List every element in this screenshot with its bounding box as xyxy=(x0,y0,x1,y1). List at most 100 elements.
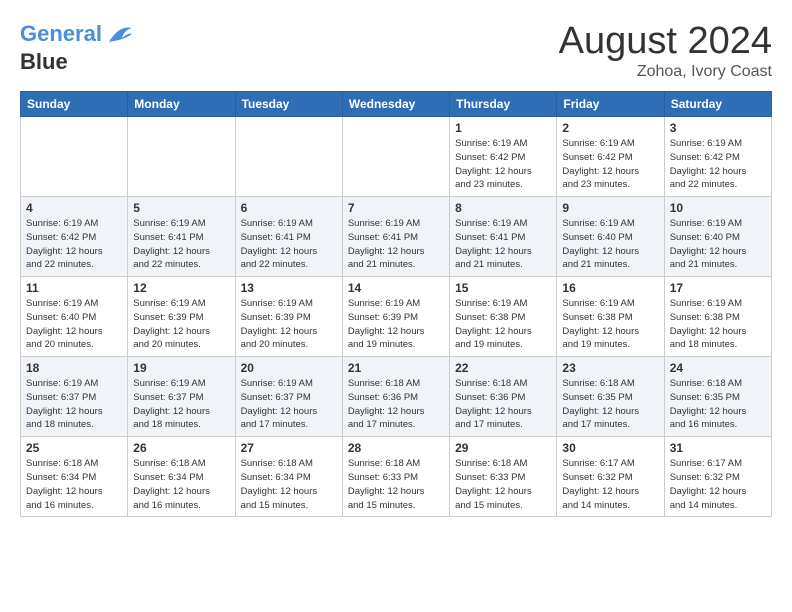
day-number: 10 xyxy=(670,201,766,215)
logo-text: General Blue xyxy=(20,20,134,74)
day-info: Sunrise: 6:18 AM Sunset: 6:36 PM Dayligh… xyxy=(348,377,444,432)
day-info: Sunrise: 6:19 AM Sunset: 6:38 PM Dayligh… xyxy=(670,297,766,352)
day-number: 12 xyxy=(133,281,229,295)
calendar-cell: 12 Sunrise: 6:19 AM Sunset: 6:39 PM Dayli… xyxy=(128,277,235,357)
calendar-cell: 2 Sunrise: 6:19 AM Sunset: 6:42 PM Daylig… xyxy=(557,117,664,197)
day-number: 31 xyxy=(670,441,766,455)
day-info: Sunrise: 6:19 AM Sunset: 6:42 PM Dayligh… xyxy=(26,217,122,272)
calendar-cell: 15 Sunrise: 6:19 AM Sunset: 6:38 PM Dayli… xyxy=(450,277,557,357)
calendar-cell: 16 Sunrise: 6:19 AM Sunset: 6:38 PM Dayli… xyxy=(557,277,664,357)
calendar-cell: 6Sunrise: 6:19 AM Sunset: 6:41 PM Daylig… xyxy=(235,197,342,277)
calendar-cell: 30Sunrise: 6:17 AM Sunset: 6:32 PM Dayli… xyxy=(557,437,664,517)
logo: General Blue xyxy=(20,20,134,74)
calendar-cell: 27 Sunrise: 6:18 AM Sunset: 6:34 PM Dayli… xyxy=(235,437,342,517)
day-info: Sunrise: 6:19 AM Sunset: 6:39 PM Dayligh… xyxy=(348,297,444,352)
calendar-cell xyxy=(235,117,342,197)
day-info: Sunrise: 6:19 AM Sunset: 6:37 PM Dayligh… xyxy=(133,377,229,432)
calendar-cell: 10 Sunrise: 6:19 AM Sunset: 6:40 PM Dayli… xyxy=(664,197,771,277)
day-number: 8 xyxy=(455,201,551,215)
day-number: 4 xyxy=(26,201,122,215)
day-info: Sunrise: 6:17 AM Sunset: 6:32 PM Dayligh… xyxy=(670,457,766,512)
calendar-cell: 11 Sunrise: 6:19 AM Sunset: 6:40 PM Dayli… xyxy=(21,277,128,357)
logo-bird-icon xyxy=(104,20,134,50)
calendar-cell: 18 Sunrise: 6:19 AM Sunset: 6:37 PM Dayli… xyxy=(21,357,128,437)
calendar-cell xyxy=(342,117,449,197)
day-number: 1 xyxy=(455,121,551,135)
day-number: 26 xyxy=(133,441,229,455)
day-number: 11 xyxy=(26,281,122,295)
day-number: 16 xyxy=(562,281,658,295)
day-number: 3 xyxy=(670,121,766,135)
day-number: 5 xyxy=(133,201,229,215)
day-number: 18 xyxy=(26,361,122,375)
calendar-cell: 24 Sunrise: 6:18 AM Sunset: 6:35 PM Dayli… xyxy=(664,357,771,437)
day-number: 15 xyxy=(455,281,551,295)
day-info: Sunrise: 6:19 AM Sunset: 6:40 PM Dayligh… xyxy=(562,217,658,272)
day-info: Sunrise: 6:18 AM Sunset: 6:33 PM Dayligh… xyxy=(455,457,551,512)
calendar-table: SundayMondayTuesdayWednesdayThursdayFrid… xyxy=(20,91,772,517)
day-number: 29 xyxy=(455,441,551,455)
day-info: Sunrise: 6:19 AM Sunset: 6:41 PM Dayligh… xyxy=(241,217,337,272)
calendar-cell: 9 Sunrise: 6:19 AM Sunset: 6:40 PM Daylig… xyxy=(557,197,664,277)
day-number: 27 xyxy=(241,441,337,455)
day-number: 9 xyxy=(562,201,658,215)
calendar-cell: 8Sunrise: 6:19 AM Sunset: 6:41 PM Daylig… xyxy=(450,197,557,277)
day-info: Sunrise: 6:19 AM Sunset: 6:42 PM Dayligh… xyxy=(562,137,658,192)
calendar-cell: 20Sunrise: 6:19 AM Sunset: 6:37 PM Dayli… xyxy=(235,357,342,437)
day-info: Sunrise: 6:19 AM Sunset: 6:40 PM Dayligh… xyxy=(26,297,122,352)
day-info: Sunrise: 6:19 AM Sunset: 6:38 PM Dayligh… xyxy=(562,297,658,352)
calendar-cell: 13 Sunrise: 6:19 AM Sunset: 6:39 PM Dayli… xyxy=(235,277,342,357)
day-number: 17 xyxy=(670,281,766,295)
day-number: 2 xyxy=(562,121,658,135)
col-header-saturday: Saturday xyxy=(664,92,771,117)
day-number: 21 xyxy=(348,361,444,375)
month-title: August 2024 xyxy=(559,20,772,63)
calendar-cell: 14 Sunrise: 6:19 AM Sunset: 6:39 PM Dayli… xyxy=(342,277,449,357)
day-info: Sunrise: 6:18 AM Sunset: 6:33 PM Dayligh… xyxy=(348,457,444,512)
col-header-wednesday: Wednesday xyxy=(342,92,449,117)
location: Zohoa, Ivory Coast xyxy=(559,63,772,81)
day-number: 23 xyxy=(562,361,658,375)
calendar-cell: 3Sunrise: 6:19 AM Sunset: 6:42 PM Daylig… xyxy=(664,117,771,197)
day-number: 7 xyxy=(348,201,444,215)
day-info: Sunrise: 6:19 AM Sunset: 6:40 PM Dayligh… xyxy=(670,217,766,272)
day-info: Sunrise: 6:19 AM Sunset: 6:39 PM Dayligh… xyxy=(241,297,337,352)
calendar-cell: 4 Sunrise: 6:19 AM Sunset: 6:42 PM Daylig… xyxy=(21,197,128,277)
calendar-cell: 7 Sunrise: 6:19 AM Sunset: 6:41 PM Daylig… xyxy=(342,197,449,277)
day-info: Sunrise: 6:18 AM Sunset: 6:34 PM Dayligh… xyxy=(26,457,122,512)
day-info: Sunrise: 6:18 AM Sunset: 6:35 PM Dayligh… xyxy=(670,377,766,432)
day-number: 14 xyxy=(348,281,444,295)
calendar-cell: 31 Sunrise: 6:17 AM Sunset: 6:32 PM Dayli… xyxy=(664,437,771,517)
day-info: Sunrise: 6:18 AM Sunset: 6:34 PM Dayligh… xyxy=(241,457,337,512)
day-info: Sunrise: 6:19 AM Sunset: 6:37 PM Dayligh… xyxy=(26,377,122,432)
day-info: Sunrise: 6:19 AM Sunset: 6:42 PM Dayligh… xyxy=(455,137,551,192)
page-header: General Blue August 2024 Zohoa, Ivory Co… xyxy=(20,20,772,81)
col-header-monday: Monday xyxy=(128,92,235,117)
calendar-cell: 26 Sunrise: 6:18 AM Sunset: 6:34 PM Dayli… xyxy=(128,437,235,517)
day-info: Sunrise: 6:19 AM Sunset: 6:41 PM Dayligh… xyxy=(348,217,444,272)
calendar-cell: 17 Sunrise: 6:19 AM Sunset: 6:38 PM Dayli… xyxy=(664,277,771,357)
day-number: 13 xyxy=(241,281,337,295)
day-info: Sunrise: 6:18 AM Sunset: 6:35 PM Dayligh… xyxy=(562,377,658,432)
day-info: Sunrise: 6:19 AM Sunset: 6:39 PM Dayligh… xyxy=(133,297,229,352)
calendar-cell xyxy=(128,117,235,197)
col-header-friday: Friday xyxy=(557,92,664,117)
calendar-cell xyxy=(21,117,128,197)
day-number: 28 xyxy=(348,441,444,455)
day-info: Sunrise: 6:18 AM Sunset: 6:36 PM Dayligh… xyxy=(455,377,551,432)
day-info: Sunrise: 6:18 AM Sunset: 6:34 PM Dayligh… xyxy=(133,457,229,512)
day-info: Sunrise: 6:19 AM Sunset: 6:41 PM Dayligh… xyxy=(133,217,229,272)
title-block: August 2024 Zohoa, Ivory Coast xyxy=(559,20,772,81)
calendar-cell: 21 Sunrise: 6:18 AM Sunset: 6:36 PM Dayli… xyxy=(342,357,449,437)
day-number: 20 xyxy=(241,361,337,375)
day-info: Sunrise: 6:19 AM Sunset: 6:38 PM Dayligh… xyxy=(455,297,551,352)
calendar-cell: 29 Sunrise: 6:18 AM Sunset: 6:33 PM Dayli… xyxy=(450,437,557,517)
day-number: 24 xyxy=(670,361,766,375)
calendar-cell: 22Sunrise: 6:18 AM Sunset: 6:36 PM Dayli… xyxy=(450,357,557,437)
calendar-cell: 25 Sunrise: 6:18 AM Sunset: 6:34 PM Dayli… xyxy=(21,437,128,517)
day-info: Sunrise: 6:17 AM Sunset: 6:32 PM Dayligh… xyxy=(562,457,658,512)
calendar-cell: 28 Sunrise: 6:18 AM Sunset: 6:33 PM Dayli… xyxy=(342,437,449,517)
col-header-tuesday: Tuesday xyxy=(235,92,342,117)
day-number: 25 xyxy=(26,441,122,455)
calendar-cell: 23 Sunrise: 6:18 AM Sunset: 6:35 PM Dayli… xyxy=(557,357,664,437)
